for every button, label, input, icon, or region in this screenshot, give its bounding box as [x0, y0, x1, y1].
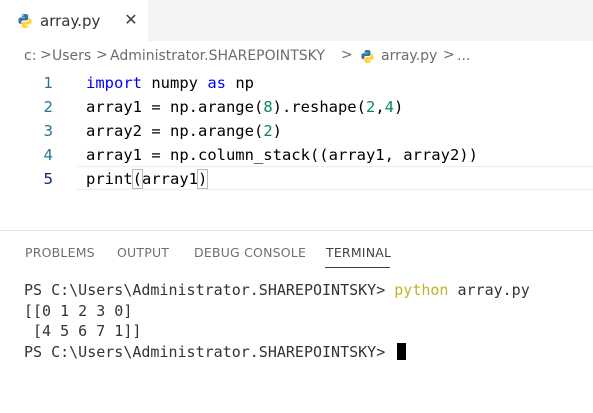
terminal-command: python [394, 281, 449, 299]
matched-bracket: ( [131, 169, 144, 189]
code-editor[interactable]: 1 import numpy as np 2 array1 = np.arang… [0, 71, 593, 201]
python-icon [361, 49, 374, 64]
matched-bracket: ) [196, 169, 209, 189]
chevron-right-icon: > [443, 47, 455, 63]
terminal-output: [4 5 6 7 1]] [24, 322, 142, 340]
code-text: array2 = np.arange(2) [86, 122, 282, 140]
panel-tab-bar: PROBLEMS OUTPUT DEBUG CONSOLE TERMINAL [0, 231, 593, 271]
terminal-cursor [397, 342, 407, 360]
line-number: 2 [43, 98, 53, 116]
code-line[interactable]: 1 import numpy as np [0, 71, 593, 95]
code-line[interactable]: 4 array1 = np.column_stack((array1, arra… [0, 143, 593, 167]
breadcrumb-more[interactable]: ... [457, 48, 470, 64]
tab-problems[interactable]: PROBLEMS [25, 245, 95, 260]
terminal[interactable]: PS C:\Users\Administrator.SHAREPOINTSKY>… [24, 280, 584, 362]
breadcrumb: c: > Users > Administrator.SHAREPOINTSKY… [0, 41, 593, 71]
editor-tab-bar: array.py ✕ [0, 0, 593, 41]
chevron-right-icon: > [40, 47, 52, 63]
line-number: 3 [43, 122, 53, 140]
code-text: array1 = np.column_stack((array1, array2… [86, 146, 478, 164]
terminal-prompt: PS C:\Users\Administrator.SHAREPOINTSKY> [24, 342, 395, 361]
terminal-prompt: PS C:\Users\Administrator.SHAREPOINTSKY> [24, 281, 395, 299]
code-text: import numpy as np [86, 74, 254, 92]
terminal-output: [[0 1 2 3 0] [24, 301, 133, 320]
line-number: 5 [43, 170, 53, 188]
close-icon[interactable]: ✕ [121, 9, 141, 31]
code-text: array1 = np.arange(8).reshape(2,4) [86, 98, 404, 116]
line-number: 4 [43, 146, 53, 164]
code-line[interactable]: 3 array2 = np.arange(2) [0, 119, 593, 143]
tab-debug-console[interactable]: DEBUG CONSOLE [194, 245, 306, 260]
line-number: 1 [43, 74, 53, 92]
terminal-line: PS C:\Users\Administrator.SHAREPOINTSKY> [24, 342, 584, 363]
breadcrumb-drive[interactable]: c: [24, 48, 36, 64]
terminal-line: PS C:\Users\Administrator.SHAREPOINTSKY>… [24, 280, 584, 301]
tab-output[interactable]: OUTPUT [117, 245, 169, 260]
chevron-right-icon: > [341, 47, 353, 63]
active-tab-indicator [325, 267, 390, 268]
tab-terminal[interactable]: TERMINAL [326, 245, 391, 260]
code-text: print(array1) [86, 169, 209, 189]
code-line[interactable]: 2 array1 = np.arange(8).reshape(2,4) [0, 95, 593, 119]
breadcrumb-administrator[interactable]: Administrator.SHAREPOINTSKY [110, 48, 325, 64]
code-line-active[interactable]: 5 print(array1) [0, 167, 593, 191]
python-icon [18, 14, 32, 28]
tab-array-py[interactable]: array.py ✕ [0, 0, 148, 41]
breadcrumb-users[interactable]: Users [52, 48, 91, 64]
tab-label: array.py [40, 12, 101, 30]
breadcrumb-file[interactable]: array.py [381, 48, 437, 64]
chevron-right-icon: > [96, 47, 108, 63]
terminal-command-arg: array.py [448, 281, 530, 299]
